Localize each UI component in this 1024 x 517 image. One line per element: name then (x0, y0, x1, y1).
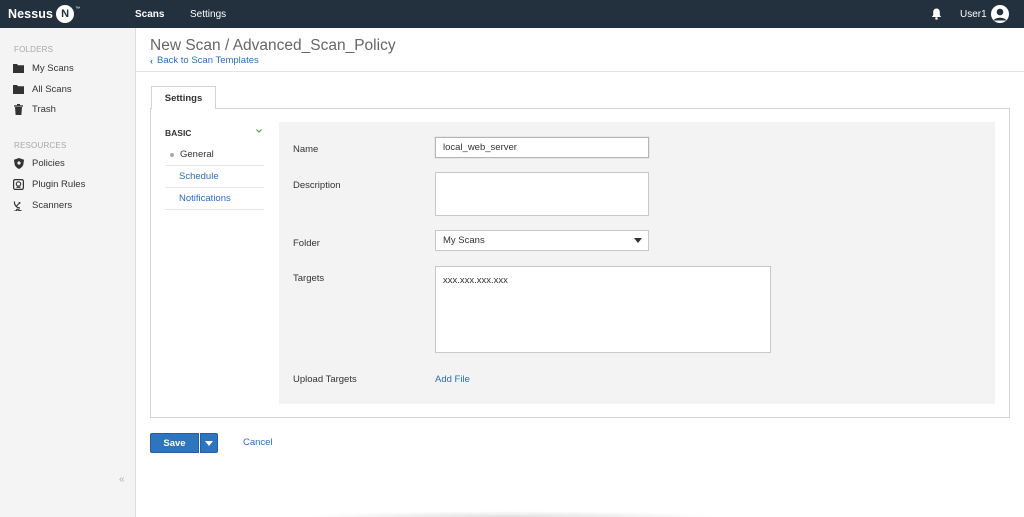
page-title: New Scan / Advanced_Scan_Policy (150, 37, 396, 54)
sidebar-item-scanners[interactable]: Scanners (13, 197, 72, 213)
cancel-link[interactable]: Cancel (243, 437, 273, 448)
satellite-dish-icon (13, 200, 24, 211)
save-options-dropdown[interactable] (200, 433, 218, 453)
chevron-down-icon[interactable] (254, 126, 264, 136)
description-textarea[interactable] (435, 172, 649, 216)
nav-scans[interactable]: Scans (135, 0, 164, 28)
name-input[interactable]: local_web_server (435, 137, 649, 158)
sidebar-item-all-scans[interactable]: All Scans (13, 81, 72, 97)
sidebar-item-trash[interactable]: Trash (13, 101, 56, 117)
section-basic-label[interactable]: BASIC (165, 128, 191, 138)
targets-label: Targets (293, 273, 325, 284)
logo-badge: N (56, 5, 75, 23)
header-divider (136, 71, 1024, 72)
add-file-link[interactable]: Add File (435, 374, 470, 385)
logo-text: Nessus (8, 7, 54, 21)
tab-settings[interactable]: Settings (151, 86, 216, 109)
back-link-label: Back to Scan Templates (157, 55, 259, 66)
subnav-general[interactable]: General (165, 144, 264, 166)
folder-icon (13, 84, 24, 95)
upload-targets-label: Upload Targets (293, 374, 357, 385)
name-label: Name (293, 144, 319, 155)
folder-label: Folder (293, 238, 320, 249)
folder-select-value: My Scans (443, 235, 485, 246)
subnav-schedule[interactable]: Schedule (165, 166, 264, 188)
folder-icon (13, 63, 24, 74)
targets-textarea[interactable]: xxx.xxx.xxx.xxx (435, 266, 771, 353)
active-dot-icon (170, 152, 174, 157)
sidebar-item-label: All Scans (32, 83, 72, 95)
sidebar-item-label: Scanners (32, 199, 73, 211)
user-avatar-icon[interactable] (991, 5, 1009, 23)
nessus-logo[interactable]: Nessus N ™ (8, 4, 80, 24)
bell-icon[interactable] (931, 8, 942, 20)
sidebar-item-label: Trash (32, 103, 56, 115)
trademark-mark: ™ (75, 6, 81, 12)
sidebar-heading-resources: RESOURCES (14, 141, 67, 150)
save-button[interactable]: Save (150, 433, 199, 453)
trash-icon (13, 103, 24, 115)
bottom-shadow (300, 511, 720, 517)
back-to-templates-link[interactable]: ‹ Back to Scan Templates (150, 55, 259, 66)
user-name[interactable]: User1 (960, 0, 987, 28)
dropdown-caret-icon (634, 238, 642, 243)
plugin-rules-icon (13, 178, 24, 190)
sidebar-item-label: My Scans (32, 62, 74, 74)
folder-select[interactable]: My Scans (435, 230, 649, 251)
top-navigation-bar: Nessus N ™ Scans Settings User1 (0, 0, 1024, 28)
sidebar-item-label: Policies (32, 157, 65, 169)
subnav-label: Notifications (179, 193, 231, 204)
subnav-label: Schedule (179, 171, 219, 182)
subnav-label: General (180, 149, 214, 160)
sidebar-item-policies[interactable]: Policies (13, 155, 65, 171)
caret-down-icon (205, 440, 213, 446)
collapse-sidebar-icon[interactable]: « (119, 474, 125, 485)
sidebar-item-my-scans[interactable]: My Scans (13, 60, 74, 76)
sidebar-heading-folders: FOLDERS (14, 45, 54, 54)
chevron-left-icon: ‹ (150, 55, 153, 66)
subnav-notifications[interactable]: Notifications (165, 188, 264, 210)
shield-icon (13, 157, 24, 169)
sidebar-item-plugin-rules[interactable]: Plugin Rules (13, 176, 85, 192)
description-label: Description (293, 180, 341, 191)
nav-settings[interactable]: Settings (190, 0, 226, 28)
form-area (279, 122, 995, 404)
sidebar-item-label: Plugin Rules (32, 178, 86, 190)
